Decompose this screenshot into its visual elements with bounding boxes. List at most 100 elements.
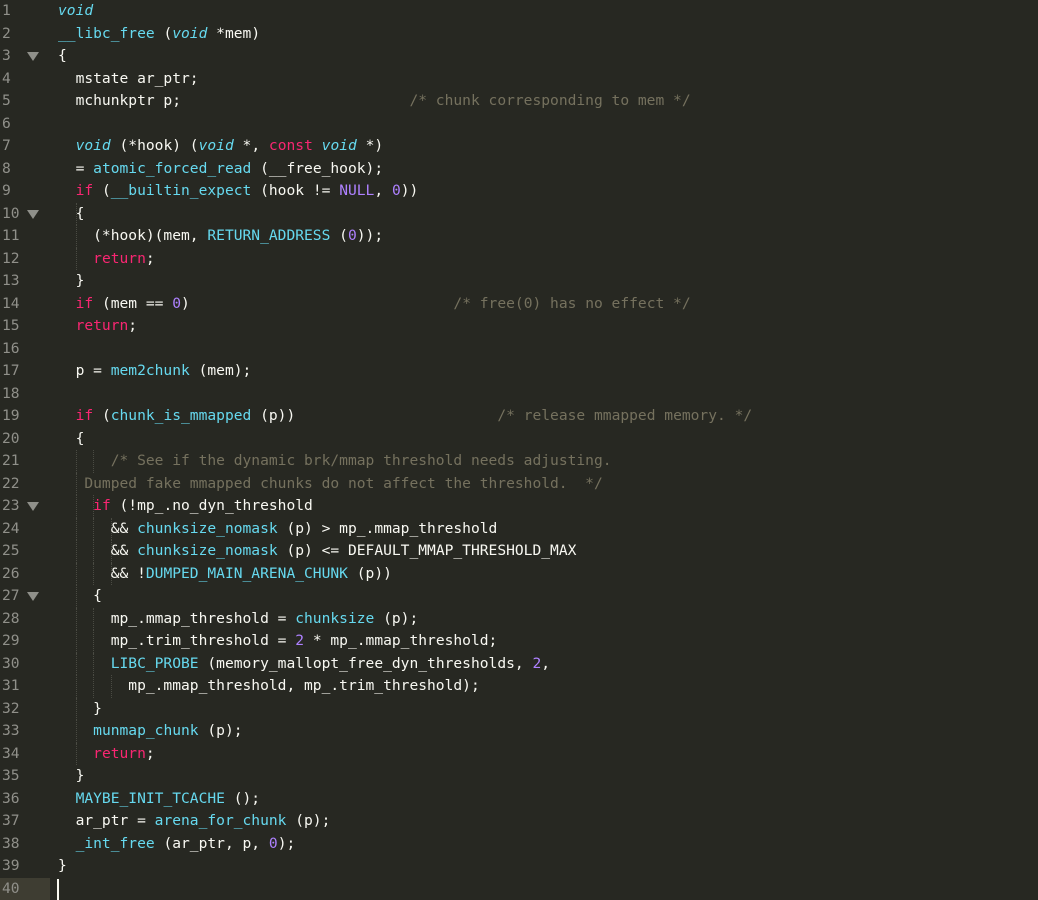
fold-arrow-icon[interactable]	[27, 592, 39, 601]
code-text[interactable]: = atomic_forced_read (__free_hook);	[58, 158, 384, 181]
code-line[interactable]: 36 MAYBE_INIT_TCACHE ();	[0, 788, 1038, 811]
code-line[interactable]: 27 {	[0, 585, 1038, 608]
line-number: 1	[2, 2, 11, 19]
code-line[interactable]: 13 }	[0, 270, 1038, 293]
code-text[interactable]: && !DUMPED_MAIN_ARENA_CHUNK (p))	[58, 563, 392, 586]
code-text[interactable]: (*hook)(mem, RETURN_ADDRESS (0));	[58, 225, 383, 248]
code-line[interactable]: 37 ar_ptr = arena_for_chunk (p);	[0, 810, 1038, 833]
code-text[interactable]: mp_.mmap_threshold = chunksize (p);	[58, 608, 419, 631]
code-text[interactable]: _int_free (ar_ptr, p, 0);	[58, 833, 296, 856]
code-text[interactable]: MAYBE_INIT_TCACHE ();	[58, 788, 261, 811]
code-line[interactable]: 5 mchunkptr p; /* chunk corresponding to…	[0, 90, 1038, 113]
code-line[interactable]: 25 && chunksize_nomask (p) <= DEFAULT_MM…	[0, 540, 1038, 563]
code-text[interactable]: mp_.trim_threshold = 2 * mp_.mmap_thresh…	[58, 630, 498, 653]
gutter: 4	[0, 68, 50, 91]
code-line[interactable]: 16	[0, 338, 1038, 361]
code-text[interactable]: }	[58, 698, 102, 721]
code-line[interactable]: 6	[0, 113, 1038, 136]
code-line[interactable]: 30 LIBC_PROBE (memory_mallopt_free_dyn_t…	[0, 652, 1038, 676]
code-token: chunksize_nomask	[137, 519, 278, 537]
code-line[interactable]: 40	[0, 877, 1038, 900]
code-text[interactable]: mchunkptr p; /* chunk corresponding to m…	[58, 90, 691, 113]
code-token: ();	[224, 789, 261, 807]
line-number: 5	[2, 92, 11, 109]
code-line[interactable]: 21 /* See if the dynamic brk/mmap thresh…	[0, 450, 1038, 473]
code-token: *,	[233, 137, 269, 154]
code-text[interactable]: {	[58, 45, 67, 68]
code-text[interactable]: return;	[58, 315, 138, 338]
fold-arrow-icon[interactable]	[27, 502, 39, 511]
gutter: 6	[0, 113, 50, 136]
code-text[interactable]: LIBC_PROBE (memory_mallopt_free_dyn_thre…	[58, 653, 550, 676]
line-number: 19	[2, 407, 20, 424]
code-line[interactable]: 26 && !DUMPED_MAIN_ARENA_CHUNK (p))	[0, 562, 1038, 586]
code-line[interactable]: 28 mp_.mmap_threshold = chunksize (p);	[0, 607, 1038, 631]
code-line[interactable]: 10 {	[0, 202, 1038, 226]
code-line[interactable]: 32 }	[0, 697, 1038, 721]
code-text[interactable]: }	[58, 855, 67, 878]
code-line[interactable]: 22 Dumped fake mmapped chunks do not aff…	[0, 472, 1038, 496]
code-token: return	[93, 249, 146, 267]
code-line[interactable]: 31 mp_.mmap_threshold, mp_.trim_threshol…	[0, 675, 1038, 698]
code-line[interactable]: 1 void	[0, 0, 1038, 23]
code-text[interactable]: if (mem == 0) /* free(0) has no effect *…	[58, 293, 691, 316]
code-text[interactable]: return;	[58, 743, 155, 766]
code-text[interactable]: mstate ar_ptr;	[58, 68, 199, 91]
code-text[interactable]: Dumped fake mmapped chunks do not affect…	[58, 473, 602, 496]
line-number: 38	[2, 834, 20, 852]
code-line[interactable]: 12 return;	[0, 247, 1038, 271]
code-text[interactable]: p = mem2chunk (mem);	[58, 360, 252, 383]
line-number: 33	[2, 722, 20, 739]
code-line[interactable]: 34 return;	[0, 742, 1038, 766]
code-text[interactable]: && chunksize_nomask (p) <= DEFAULT_MMAP_…	[58, 540, 577, 563]
code-text[interactable]: {	[58, 203, 85, 226]
code-text[interactable]: }	[58, 765, 85, 788]
code-text[interactable]: ar_ptr = arena_for_chunk (p);	[58, 810, 331, 833]
code-line[interactable]: 18	[0, 383, 1038, 406]
code-text[interactable]: }	[58, 270, 85, 293]
code-text[interactable]: void (*hook) (void *, const void *)	[58, 135, 384, 158]
code-line[interactable]: 24 && chunksize_nomask (p) > mp_.mmap_th…	[0, 517, 1038, 541]
code-text[interactable]: {	[58, 585, 102, 608]
code-line[interactable]: 7 void (*hook) (void *, const void *)	[0, 135, 1038, 158]
code-text[interactable]: {	[58, 428, 85, 451]
code-text[interactable]: /* See if the dynamic brk/mmap threshold…	[58, 450, 612, 473]
code-line[interactable]: 38 _int_free (ar_ptr, p, 0);	[0, 833, 1038, 856]
code-line[interactable]: 20 {	[0, 428, 1038, 451]
fold-arrow-icon[interactable]	[27, 209, 39, 219]
code-text[interactable]: if (__builtin_expect (hook != NULL, 0))	[58, 180, 419, 203]
gutter: 2	[0, 23, 50, 46]
code-line[interactable]: 2 __libc_free (void *mem)	[0, 23, 1038, 46]
code-line[interactable]: 4 mstate ar_ptr;	[0, 68, 1038, 91]
code-token: }	[58, 272, 85, 289]
code-editor[interactable]: 1 void 2 __libc_free (void *mem) 3{4 mstate …	[0, 0, 1038, 900]
code-line[interactable]: 11 (*hook)(mem, RETURN_ADDRESS (0));	[0, 225, 1038, 248]
code-text[interactable]: munmap_chunk (p);	[58, 720, 242, 743]
code-line[interactable]: 17 p = mem2chunk (mem);	[0, 360, 1038, 383]
code-token: (	[330, 227, 348, 244]
code-token: (*hook) (	[110, 137, 199, 154]
code-text[interactable]: if (chunk_is_mmapped (p)) /* release mma…	[58, 405, 753, 428]
code-text[interactable]: mp_.mmap_threshold, mp_.trim_threshold);	[58, 675, 479, 698]
code-line[interactable]: 14 if (mem == 0) /* free(0) has no effec…	[0, 293, 1038, 316]
code-line[interactable]: 3{	[0, 45, 1038, 68]
code-line[interactable]: 33 munmap_chunk (p);	[0, 720, 1038, 743]
code-line[interactable]: 23 if (!mp_.no_dyn_threshold	[0, 495, 1038, 518]
code-token: *mem)	[207, 24, 261, 42]
fold-arrow-icon[interactable]	[27, 52, 39, 61]
line-number: 35	[2, 767, 20, 784]
code-line[interactable]: 39}	[0, 855, 1038, 878]
code-token: (	[93, 407, 111, 424]
code-text[interactable]: && chunksize_nomask (p) > mp_.mmap_thres…	[58, 518, 498, 541]
code-line[interactable]: 15 return;	[0, 315, 1038, 338]
code-line[interactable]: 19 if (chunk_is_mmapped (p)) /* release …	[0, 405, 1038, 428]
code-text[interactable]: void	[58, 0, 93, 23]
code-line[interactable]: 29 mp_.trim_threshold = 2 * mp_.mmap_thr…	[0, 630, 1038, 653]
code-line[interactable]: 35 }	[0, 765, 1038, 788]
code-text[interactable]: __libc_free (void *mem)	[58, 23, 260, 46]
code-line[interactable]: 8 = atomic_forced_read (__free_hook);	[0, 158, 1038, 181]
code-text[interactable]: return;	[58, 248, 155, 271]
code-line[interactable]: 9 if (__builtin_expect (hook != NULL, 0)…	[0, 180, 1038, 203]
code-text[interactable]: if (!mp_.no_dyn_threshold	[58, 495, 313, 518]
